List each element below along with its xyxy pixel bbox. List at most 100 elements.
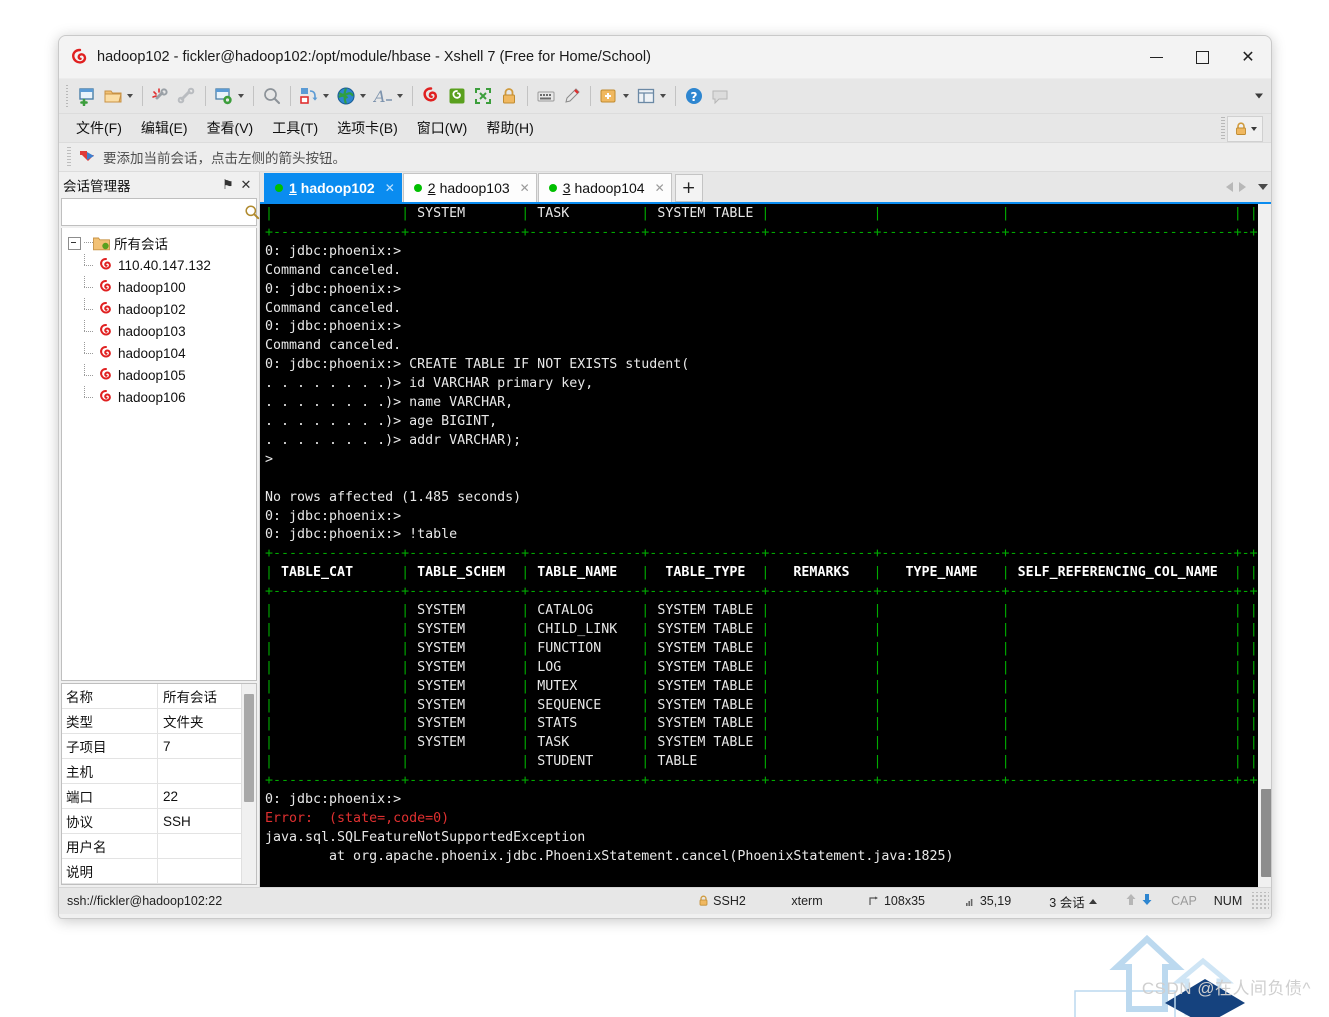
menu-file[interactable]: 文件(F) bbox=[69, 116, 129, 140]
resize-grip[interactable] bbox=[1251, 892, 1269, 910]
panel-close-icon[interactable]: ✕ bbox=[237, 176, 255, 194]
session-item-hadoop102[interactable]: hadoop102 bbox=[62, 298, 256, 320]
transfer-icon[interactable] bbox=[296, 82, 333, 110]
maximize-button[interactable] bbox=[1179, 36, 1225, 78]
chat-icon[interactable] bbox=[707, 82, 733, 110]
tree-line bbox=[84, 254, 98, 276]
session-search-box[interactable] bbox=[61, 198, 257, 226]
toolbar-separator bbox=[527, 86, 528, 106]
find-icon[interactable] bbox=[259, 82, 285, 110]
session-manager-panel: 会话管理器 ⚑ ✕ bbox=[59, 172, 260, 887]
fullscreen-icon[interactable] bbox=[470, 82, 496, 110]
tab-scroll-right-icon[interactable] bbox=[1239, 182, 1246, 192]
keylock-icon[interactable] bbox=[1227, 116, 1263, 142]
session-properties-icon[interactable] bbox=[211, 82, 248, 110]
properties-scrollbar-thumb[interactable] bbox=[244, 694, 254, 802]
chevron-down-icon[interactable] bbox=[394, 85, 405, 107]
tab-hadoop103[interactable]: 2 hadoop103 ✕ bbox=[403, 173, 537, 202]
tab-close-icon[interactable]: ✕ bbox=[655, 181, 665, 195]
menu-edit[interactable]: 编辑(E) bbox=[134, 116, 195, 140]
chevron-up-icon[interactable] bbox=[1089, 899, 1097, 904]
tree-root-node[interactable]: 所有会话 bbox=[62, 232, 256, 254]
terminal-line: . . . . . . . .)> name VARCHAR, bbox=[265, 394, 1258, 413]
xftp-icon[interactable] bbox=[444, 82, 470, 110]
tab-label: hadoop104 bbox=[575, 180, 645, 196]
chevron-down-icon[interactable] bbox=[657, 85, 668, 107]
menu-window[interactable]: 窗口(W) bbox=[410, 116, 475, 140]
menu-tab[interactable]: 选项卡(B) bbox=[330, 116, 405, 140]
terminal-scrollbar[interactable] bbox=[1258, 204, 1272, 887]
terminal-line: 0: jdbc:phoenix:> bbox=[265, 508, 1258, 527]
open-folder-icon[interactable] bbox=[100, 82, 137, 110]
chevron-down-icon[interactable] bbox=[620, 85, 631, 107]
minimize-button[interactable] bbox=[1133, 36, 1179, 78]
tree-line bbox=[84, 276, 98, 298]
session-count-status[interactable]: 3 会话 bbox=[1031, 892, 1115, 911]
session-item-hadoop100[interactable]: hadoop100 bbox=[62, 276, 256, 298]
session-properties-grid: 名称 所有会话 类型 文件夹 子项目 7 主机 bbox=[61, 683, 257, 885]
session-item-110-40-147-132[interactable]: 110.40.147.132 bbox=[62, 254, 256, 276]
properties-scrollbar[interactable] bbox=[241, 684, 256, 884]
tab-number: 2 bbox=[428, 180, 436, 196]
add-icon[interactable] bbox=[596, 82, 633, 110]
tab-hadoop104[interactable]: 3 hadoop104 ✕ bbox=[538, 173, 672, 202]
terminal-size-status: 108x35 bbox=[849, 894, 945, 908]
session-count-label: 3 会话 bbox=[1049, 892, 1084, 911]
hint-bar: 要添加当前会话，点击左侧的箭头按钮。 bbox=[59, 143, 1271, 172]
session-item-hadoop106[interactable]: hadoop106 bbox=[62, 386, 256, 408]
menu-help[interactable]: 帮助(H) bbox=[479, 116, 540, 140]
disconnect-icon[interactable] bbox=[148, 82, 174, 110]
watermark: CSDN @在人间负债^ bbox=[1142, 974, 1311, 999]
search-input[interactable] bbox=[62, 204, 244, 221]
toolbar-separator bbox=[675, 86, 676, 106]
search-icon[interactable] bbox=[244, 201, 260, 223]
collapse-toggle-icon[interactable] bbox=[68, 237, 81, 250]
terminal-scrollbar-thumb[interactable] bbox=[1261, 789, 1272, 877]
tab-scroll-left-icon[interactable] bbox=[1226, 182, 1233, 192]
xshell-icon[interactable] bbox=[418, 82, 444, 110]
tab-close-icon[interactable]: ✕ bbox=[385, 181, 395, 195]
font-icon[interactable]: A bbox=[370, 82, 407, 110]
new-tab-button[interactable]: + bbox=[675, 174, 703, 202]
property-key: 名称 bbox=[62, 684, 158, 708]
chevron-down-icon[interactable] bbox=[357, 85, 368, 107]
chevron-down-icon[interactable] bbox=[235, 85, 246, 107]
toolbar-overflow-icon[interactable] bbox=[1255, 94, 1263, 99]
xshell-window: hadoop102 - fickler@hadoop102:/opt/modul… bbox=[58, 35, 1272, 919]
session-item-hadoop104[interactable]: hadoop104 bbox=[62, 342, 256, 364]
property-key: 主机 bbox=[62, 759, 158, 783]
close-button[interactable]: ✕ bbox=[1225, 36, 1271, 78]
hintbar-grip[interactable] bbox=[67, 147, 71, 167]
new-session-icon[interactable] bbox=[74, 82, 100, 110]
menu-view[interactable]: 查看(V) bbox=[200, 116, 261, 140]
toolbar-grip[interactable] bbox=[65, 85, 69, 107]
highlight-icon[interactable] bbox=[559, 82, 585, 110]
property-row: 名称 所有会话 bbox=[62, 684, 241, 709]
menubar-grip[interactable] bbox=[1221, 117, 1225, 139]
chevron-down-icon[interactable] bbox=[124, 85, 135, 107]
background-decoration bbox=[1069, 917, 1289, 1017]
tree-line bbox=[84, 320, 98, 342]
menu-tools[interactable]: 工具(T) bbox=[265, 116, 325, 140]
tab-list-dropdown-icon[interactable] bbox=[1258, 184, 1268, 190]
keyboard-icon[interactable] bbox=[533, 82, 559, 110]
session-item-hadoop103[interactable]: hadoop103 bbox=[62, 320, 256, 342]
tab-hadoop102[interactable]: 1 hadoop102 ✕ bbox=[264, 173, 402, 202]
chevron-down-icon[interactable] bbox=[320, 85, 331, 107]
session-label: hadoop100 bbox=[118, 280, 186, 295]
globe-icon[interactable] bbox=[333, 82, 370, 110]
status-dot-icon bbox=[275, 184, 283, 192]
session-tree[interactable]: 所有会话 110.40.147.132 had bbox=[61, 228, 257, 681]
reconnect-icon[interactable] bbox=[174, 82, 200, 110]
tab-close-icon[interactable]: ✕ bbox=[520, 181, 530, 195]
layout-icon[interactable] bbox=[633, 82, 670, 110]
session-icon bbox=[98, 257, 114, 273]
help-icon[interactable]: ? bbox=[681, 82, 707, 110]
session-item-hadoop105[interactable]: hadoop105 bbox=[62, 364, 256, 386]
add-session-arrow-icon[interactable] bbox=[79, 150, 96, 164]
terminal-output[interactable]: | | SYSTEM | TASK | SYSTEM TABLE | | | |… bbox=[260, 204, 1258, 887]
pin-icon[interactable]: ⚑ bbox=[219, 176, 237, 194]
lock-icon[interactable] bbox=[496, 82, 522, 110]
session-label: hadoop104 bbox=[118, 346, 186, 361]
toolbar-separator bbox=[290, 86, 291, 106]
